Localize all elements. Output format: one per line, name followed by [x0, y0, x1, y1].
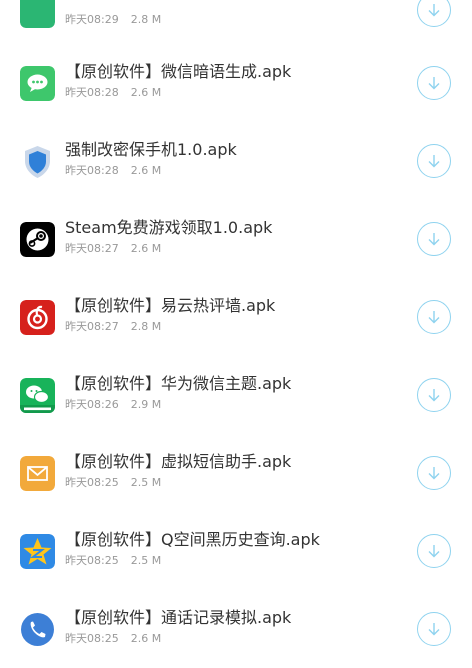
file-time: 昨天08:27 — [65, 320, 119, 333]
file-time: 昨天08:28 — [65, 164, 119, 177]
download-arrow-icon — [428, 467, 440, 480]
list-item[interactable]: 昨天08:29 2.8 M — [0, 0, 472, 49]
download-button[interactable] — [417, 66, 451, 100]
file-time: 昨天08:29 — [65, 13, 119, 26]
file-name: 【原创软件】Q空间黑历史查询.apk — [65, 530, 320, 549]
file-name: 【原创软件】易云热评墙.apk — [65, 296, 276, 315]
list-item[interactable]: 【原创软件】易云热评墙.apk 昨天08:27 2.8 M — [0, 278, 472, 356]
download-arrow-icon — [428, 77, 440, 90]
file-name: 【原创软件】虚拟短信助手.apk — [65, 452, 292, 471]
download-button[interactable] — [417, 300, 451, 334]
download-button[interactable] — [417, 456, 451, 490]
download-arrow-icon — [428, 389, 440, 402]
file-size: 2.6 M — [130, 164, 162, 177]
file-time: 昨天08:28 — [65, 86, 119, 99]
steam-icon — [20, 222, 55, 257]
file-size: 2.6 M — [130, 86, 162, 99]
netease-music-icon — [20, 300, 55, 335]
download-button[interactable] — [417, 534, 451, 568]
file-name: 【原创软件】通话记录模拟.apk — [65, 608, 292, 627]
file-name: 【原创软件】微信暗语生成.apk — [65, 62, 292, 81]
list-item[interactable]: 【原创软件】华为微信主题.apk 昨天08:26 2.9 M — [0, 356, 472, 434]
file-time: 昨天08:25 — [65, 632, 119, 645]
file-time: 昨天08:25 — [65, 554, 119, 567]
list-item[interactable]: Steam免费游戏领取1.0.apk 昨天08:27 2.6 M — [0, 200, 472, 278]
download-arrow-icon — [428, 4, 440, 17]
list-item[interactable]: 强制改密保手机1.0.apk 昨天08:28 2.6 M — [0, 122, 472, 200]
file-time: 昨天08:25 — [65, 476, 119, 489]
list-item[interactable]: 【原创软件】微信暗语生成.apk 昨天08:28 2.6 M — [0, 44, 472, 122]
download-button[interactable] — [417, 0, 451, 27]
file-name: Steam免费游戏领取1.0.apk — [65, 218, 273, 237]
download-button[interactable] — [417, 222, 451, 256]
file-size: 2.8 M — [130, 320, 162, 333]
file-size: 2.6 M — [130, 242, 162, 255]
qzone-star-icon — [20, 534, 55, 569]
phone-icon — [20, 612, 55, 647]
shield-icon — [20, 144, 55, 179]
list-item[interactable]: 【原创软件】通话记录模拟.apk 昨天08:25 2.6 M — [0, 590, 472, 668]
download-button[interactable] — [417, 612, 451, 646]
download-arrow-icon — [428, 311, 440, 324]
download-button[interactable] — [417, 378, 451, 412]
file-name: 强制改密保手机1.0.apk — [65, 140, 237, 159]
file-size: 2.6 M — [130, 632, 162, 645]
file-size: 2.9 M — [130, 398, 162, 411]
huawei-wechat-icon — [20, 378, 55, 413]
mail-icon — [20, 456, 55, 491]
file-name: 【原创软件】华为微信主题.apk — [65, 374, 292, 393]
green-app-icon — [20, 0, 55, 28]
list-item[interactable]: 【原创软件】虚拟短信助手.apk 昨天08:25 2.5 M — [0, 434, 472, 512]
download-arrow-icon — [428, 545, 440, 558]
download-arrow-icon — [428, 233, 440, 246]
file-size: 2.8 M — [130, 13, 162, 26]
chat-bubble-icon — [20, 66, 55, 101]
list-item[interactable]: 【原创软件】Q空间黑历史查询.apk 昨天08:25 2.5 M — [0, 512, 472, 590]
download-arrow-icon — [428, 155, 440, 168]
file-time: 昨天08:27 — [65, 242, 119, 255]
download-button[interactable] — [417, 144, 451, 178]
file-size: 2.5 M — [130, 554, 162, 567]
file-size: 2.5 M — [130, 476, 162, 489]
file-time: 昨天08:26 — [65, 398, 119, 411]
